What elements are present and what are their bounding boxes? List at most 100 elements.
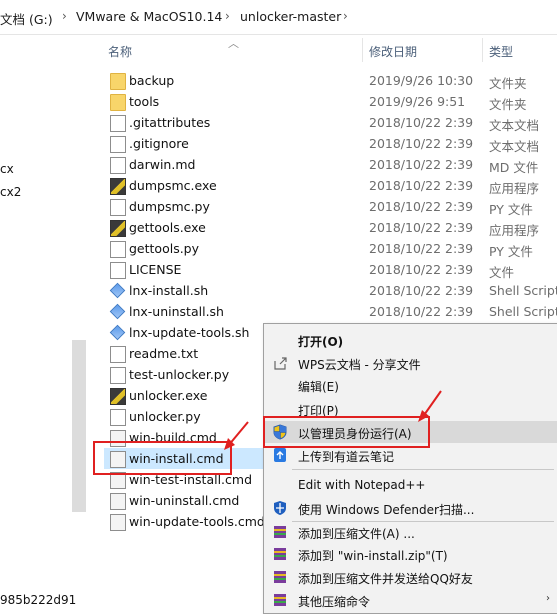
file-date: 2018/10/22 2:39 — [369, 220, 474, 235]
file-name: LICENSE — [129, 262, 182, 277]
column-header-name[interactable]: 名称 — [108, 43, 132, 60]
file-date: 2019/9/26 10:30 — [369, 73, 474, 88]
file-name: dumpsmc.exe — [129, 178, 217, 193]
file-row[interactable]: .gitattributes 2018/10/22 2:39 文本文档 — [104, 112, 557, 133]
file-icon — [110, 241, 126, 258]
address-bar[interactable]: 文档 (G:) › VMware & MacOS10.14 › unlocker… — [0, 0, 557, 35]
menu-label: 使用 Windows Defender扫描... — [298, 503, 475, 517]
menu-separator — [292, 469, 554, 470]
file-name: win-update-tools.cmd — [129, 514, 265, 529]
navigation-pane[interactable]: cx cx2 — [0, 35, 100, 612]
file-row[interactable]: darwin.md 2018/10/22 2:39 MD 文件 — [104, 154, 557, 175]
file-name: win-uninstall.cmd — [129, 493, 240, 508]
menu-item-wps-share[interactable]: WPS云文档 - 分享文件 — [264, 352, 557, 374]
defender-shield-icon — [274, 501, 286, 515]
file-date: 2018/10/22 2:39 — [369, 178, 474, 193]
file-date: 2018/10/22 2:39 — [369, 283, 474, 298]
menu-label: 其他压缩命令 — [298, 595, 371, 609]
file-name: unlocker.py — [129, 409, 201, 424]
file-name: dumpsmc.py — [129, 199, 210, 214]
menu-item-add-archive[interactable]: 添加到压缩文件(A) ... — [264, 521, 557, 543]
file-row[interactable]: lnx-uninstall.sh 2018/10/22 2:39 Shell Scr… — [104, 301, 557, 322]
file-name: tools — [129, 94, 160, 109]
exe-file-icon — [110, 220, 126, 237]
file-row[interactable]: backup 2019/9/26 10:30 文件夹 — [104, 70, 557, 91]
file-date: 2019/9/26 9:51 — [369, 94, 466, 109]
cmd-file-icon — [110, 493, 126, 510]
file-row[interactable]: dumpsmc.exe 2018/10/22 2:39 应用程序 — [104, 175, 557, 196]
winrar-icon — [274, 571, 286, 583]
shell-script-icon — [110, 283, 124, 298]
shell-script-icon — [110, 325, 124, 340]
nav-item-cx[interactable]: cx — [0, 162, 14, 176]
menu-label: 添加到 "win-install.zip"(T) — [298, 549, 448, 563]
annotation-arrow-icon — [224, 421, 249, 450]
file-date: 2018/10/22 2:39 — [369, 136, 474, 151]
file-date: 2018/10/22 2:39 — [369, 157, 474, 172]
file-icon — [110, 199, 126, 216]
file-name: test-unlocker.py — [129, 367, 230, 382]
breadcrumb-drive[interactable]: 文档 (G:) — [0, 9, 53, 28]
breadcrumb-folder-unlocker[interactable]: unlocker-master — [240, 9, 341, 24]
nav-scrollbar-thumb[interactable] — [72, 340, 86, 512]
file-row[interactable]: tools 2019/9/26 9:51 文件夹 — [104, 91, 557, 112]
breadcrumb-chevron-icon[interactable]: › — [225, 9, 230, 23]
file-row[interactable]: .gitignore 2018/10/22 2:39 文本文档 — [104, 133, 557, 154]
file-type: 文本文档 — [489, 118, 540, 133]
file-date: 2018/10/22 2:39 — [369, 115, 474, 130]
menu-item-other-compress[interactable]: 其他压缩命令 › — [264, 589, 557, 611]
folder-icon — [110, 73, 126, 90]
file-type: 应用程序 — [489, 181, 540, 196]
exe-file-icon — [110, 178, 126, 195]
file-type: 文件 — [489, 265, 515, 280]
file-row[interactable]: dumpsmc.py 2018/10/22 2:39 PY 文件 — [104, 196, 557, 217]
sort-up-icon: ︿ — [228, 37, 239, 50]
share-icon — [274, 357, 287, 370]
file-name: backup — [129, 73, 175, 88]
file-icon — [110, 136, 126, 153]
cmd-file-icon — [110, 514, 126, 531]
file-row[interactable]: gettools.exe 2018/10/22 2:39 应用程序 — [104, 217, 557, 238]
menu-label: 编辑(E) — [298, 380, 339, 394]
breadcrumb-folder-vmware[interactable]: VMware & MacOS10.14 — [76, 9, 222, 24]
column-header-date[interactable]: 修改日期 — [369, 43, 417, 60]
file-name: lnx-update-tools.sh — [129, 325, 250, 340]
file-date: 2018/10/22 2:39 — [369, 304, 474, 319]
file-icon — [110, 367, 126, 384]
nav-item-cx2[interactable]: cx2 — [0, 185, 21, 199]
file-row[interactable]: LICENSE 2018/10/22 2:39 文件 — [104, 259, 557, 280]
file-type: Shell Script — [489, 283, 557, 298]
menu-item-add-zip[interactable]: 添加到 "win-install.zip"(T) — [264, 543, 557, 565]
context-menu: 打开(O) WPS云文档 - 分享文件 编辑(E) 打印(P) 以管理员身份运行… — [263, 323, 557, 614]
folder-icon — [110, 94, 126, 111]
file-type: 文件夹 — [489, 97, 527, 112]
menu-item-defender-scan[interactable]: 使用 Windows Defender扫描... — [264, 497, 557, 519]
annotation-box-run-as-admin — [263, 416, 430, 448]
annotation-box-win-install — [93, 441, 232, 475]
winrar-icon — [274, 548, 286, 560]
menu-label: 添加到压缩文件(A) ... — [298, 527, 415, 541]
winrar-icon — [274, 594, 286, 606]
breadcrumb-chevron-icon[interactable]: › — [343, 9, 348, 23]
file-icon — [110, 409, 126, 426]
file-row[interactable]: gettools.py 2018/10/22 2:39 PY 文件 — [104, 238, 557, 259]
shell-script-icon — [110, 304, 124, 319]
menu-item-add-send-qq[interactable]: 添加到压缩文件并发送给QQ好友 — [264, 566, 557, 588]
breadcrumb-chevron-icon[interactable]: › — [62, 9, 67, 23]
column-divider[interactable] — [482, 38, 483, 62]
file-date: 2018/10/22 2:39 — [369, 241, 474, 256]
file-date: 2018/10/22 2:39 — [369, 199, 474, 214]
menu-item-open[interactable]: 打开(O) — [264, 329, 557, 351]
menu-label: 打开(O) — [298, 335, 344, 349]
file-type: 文本文档 — [489, 139, 540, 154]
column-header-type[interactable]: 类型 — [489, 43, 513, 60]
file-name: .gitignore — [129, 136, 189, 151]
nav-item-hash[interactable]: 985b222d91 — [0, 593, 76, 607]
file-row[interactable]: lnx-install.sh 2018/10/22 2:39 Shell Scrip… — [104, 280, 557, 301]
file-type: 应用程序 — [489, 223, 540, 238]
menu-item-notepadpp[interactable]: Edit with Notepad++ — [264, 474, 557, 496]
file-name: .gitattributes — [129, 115, 211, 130]
column-divider[interactable] — [362, 38, 363, 62]
menu-item-edit[interactable]: 编辑(E) — [264, 374, 557, 396]
annotation-arrow-icon — [418, 390, 442, 422]
